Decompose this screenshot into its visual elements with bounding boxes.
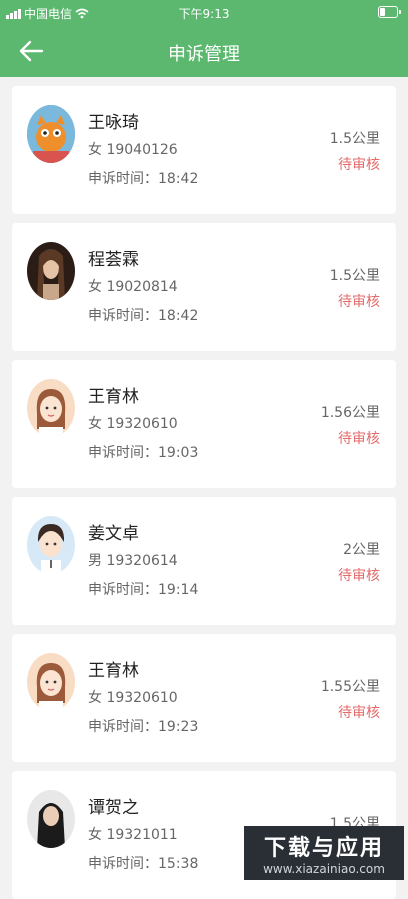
status-badge: 待审核 (338, 568, 380, 584)
user-info: 女 19321011 (88, 827, 178, 843)
appeal-time: 申诉时间：19:03 (88, 445, 199, 461)
status-bar: 中国电信 下午9:13 (0, 0, 408, 24)
appeal-card[interactable]: 王咏琦 女 19040126 申诉时间：18:42 1.5公里 待审核 (12, 86, 396, 214)
status-badge: 待审核 (338, 705, 380, 721)
app-header: 中国电信 下午9:13 申诉管理 (0, 0, 408, 77)
appeal-card[interactable]: 姜文卓 男 19320614 申诉时间：19:14 2公里 待审核 (12, 497, 396, 625)
clock: 下午9:13 (178, 7, 230, 21)
user-name: 程荟霖 (88, 250, 139, 270)
avatar (27, 790, 75, 848)
distance: 1.55公里 (320, 679, 380, 695)
user-name: 王育林 (88, 387, 139, 407)
appeal-card[interactable]: 程荟霖 女 19020814 申诉时间：18:42 1.5公里 待审核 (12, 223, 396, 351)
avatar (27, 105, 75, 163)
page-title: 申诉管理 (168, 44, 240, 65)
user-name: 王咏琦 (88, 113, 139, 133)
appeal-card[interactable]: 王育林 女 19320610 申诉时间：19:23 1.55公里 待审核 (12, 634, 396, 762)
avatar (27, 653, 75, 711)
appeal-time: 申诉时间：18:42 (88, 171, 199, 187)
user-name: 王育林 (88, 661, 139, 681)
distance: 2公里 (343, 542, 380, 558)
watermark-url: www.xiazainiao.com (263, 862, 385, 876)
appeal-time: 申诉时间：19:14 (88, 582, 199, 598)
status-badge: 待审核 (338, 294, 380, 310)
user-info: 女 19320610 (88, 690, 178, 706)
user-name: 谭贺之 (88, 798, 139, 818)
watermark-title: 下载与应用 (263, 836, 384, 861)
battery-icon (378, 6, 401, 18)
avatar (27, 379, 75, 437)
distance: 1.5公里 (329, 131, 380, 147)
user-name: 姜文卓 (88, 524, 139, 544)
distance: 1.5公里 (329, 268, 380, 284)
user-info: 女 19020814 (88, 279, 178, 295)
avatar (27, 242, 75, 300)
user-info: 男 19320614 (88, 553, 178, 569)
user-info: 女 19040126 (88, 142, 178, 158)
appeal-time: 申诉时间：19:23 (88, 719, 199, 735)
status-badge: 待审核 (338, 431, 380, 447)
distance: 1.56公里 (320, 405, 380, 421)
appeal-card[interactable]: 王育林 女 19320610 申诉时间：19:03 1.56公里 待审核 (12, 360, 396, 488)
status-badge: 待审核 (338, 157, 380, 173)
appeal-time: 申诉时间：18:42 (88, 308, 199, 324)
watermark: 下载与应用 www.xiazainiao.com (244, 826, 404, 880)
user-info: 女 19320610 (88, 416, 178, 432)
appeal-time: 申诉时间：15:38 (88, 856, 199, 872)
avatar (27, 516, 75, 574)
